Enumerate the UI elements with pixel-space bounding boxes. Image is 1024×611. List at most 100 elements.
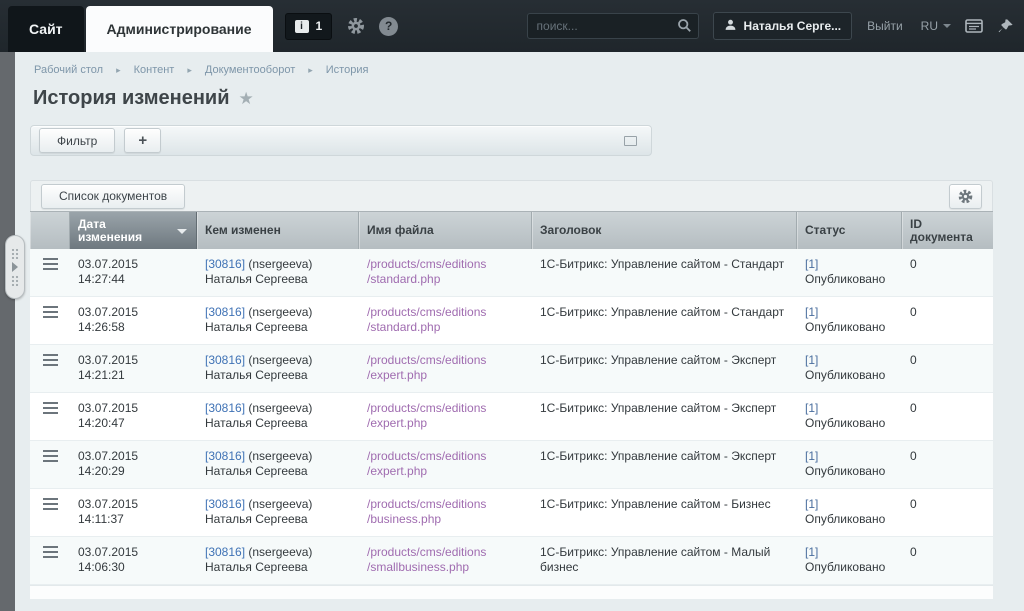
column-header-title[interactable]: Заголовок bbox=[532, 212, 797, 249]
grid-settings-button[interactable] bbox=[949, 184, 982, 209]
cell-doc-id: 0 bbox=[902, 489, 993, 536]
filter-button[interactable]: Фильтр bbox=[39, 128, 115, 153]
logout-link[interactable]: Выйти bbox=[867, 19, 903, 33]
person-icon bbox=[724, 18, 737, 35]
cell-status: [1] Опубликовано bbox=[797, 489, 902, 536]
user-id-link[interactable]: [30816] bbox=[205, 449, 245, 463]
hamburger-icon[interactable] bbox=[43, 263, 58, 265]
table-row: 03.07.2015 14:26:58 [30816] (nsergeeva) … bbox=[30, 297, 993, 345]
filter-toggle-icon[interactable] bbox=[624, 136, 637, 146]
cell-title: 1С-Битрикс: Управление сайтом - Эксперт bbox=[532, 441, 797, 488]
file-path-link[interactable]: /products/cms/editions bbox=[367, 305, 524, 320]
hamburger-icon[interactable] bbox=[43, 311, 58, 313]
cell-user: [30816] (nsergeeva) Наталья Сергеева bbox=[197, 441, 359, 488]
file-name-link[interactable]: /standard.php bbox=[367, 272, 524, 287]
user-login: (nsergeeva) bbox=[248, 449, 312, 463]
user-id-link[interactable]: [30816] bbox=[205, 401, 245, 415]
search-input[interactable] bbox=[527, 13, 699, 39]
cell-file: /products/cms/editions /business.php bbox=[359, 489, 532, 536]
user-login: (nsergeeva) bbox=[248, 545, 312, 559]
cell-date: 03.07.2015 14:21:21 bbox=[70, 345, 197, 392]
cell-status: [1] Опубликовано bbox=[797, 537, 902, 584]
sidebar-expand-handle[interactable] bbox=[5, 235, 25, 299]
cell-date: 03.07.2015 14:20:47 bbox=[70, 393, 197, 440]
hamburger-icon[interactable] bbox=[43, 407, 58, 409]
hamburger-icon[interactable] bbox=[43, 455, 58, 457]
sort-desc-icon bbox=[177, 229, 187, 234]
table-header: Дата изменения Кем изменен Имя файла Заг… bbox=[30, 211, 993, 249]
add-filter-button[interactable]: + bbox=[124, 128, 161, 153]
status-label: Опубликовано bbox=[805, 368, 885, 382]
hamburger-icon[interactable] bbox=[43, 551, 58, 553]
file-path-link[interactable]: /products/cms/editions bbox=[367, 449, 524, 464]
top-bar: Сайт Администрирование i 1 ? Наталья С bbox=[0, 0, 1024, 52]
magnifier-icon[interactable] bbox=[677, 18, 692, 38]
column-header-status[interactable]: Статус bbox=[797, 212, 902, 249]
window-icon[interactable] bbox=[965, 19, 983, 33]
breadcrumb-history[interactable]: История bbox=[326, 64, 369, 76]
gear-icon[interactable] bbox=[346, 16, 366, 36]
notifications-button[interactable]: i 1 bbox=[285, 13, 333, 40]
cell-file: /products/cms/editions /smallbusiness.ph… bbox=[359, 537, 532, 584]
breadcrumb-workflow[interactable]: Документооборот bbox=[205, 64, 295, 76]
user-id-link[interactable]: [30816] bbox=[205, 257, 245, 271]
column-header-file[interactable]: Имя файла bbox=[359, 212, 532, 249]
user-id-link[interactable]: [30816] bbox=[205, 305, 245, 319]
hamburger-icon[interactable] bbox=[43, 359, 58, 361]
language-selector[interactable]: RU bbox=[921, 19, 951, 33]
user-login: (nsergeeva) bbox=[248, 497, 312, 511]
user-login: (nsergeeva) bbox=[248, 305, 312, 319]
column-header-date[interactable]: Дата изменения bbox=[70, 212, 197, 249]
cell-date: 03.07.2015 14:26:58 bbox=[70, 297, 197, 344]
column-header-menu bbox=[30, 212, 70, 249]
user-full-name: Наталья Сергеева bbox=[205, 320, 308, 334]
user-id-link[interactable]: [30816] bbox=[205, 545, 245, 559]
file-name-link[interactable]: /business.php bbox=[367, 512, 524, 527]
tab-administration[interactable]: Администрирование bbox=[86, 6, 273, 52]
status-label: Опубликовано bbox=[805, 416, 885, 430]
table-row: 03.07.2015 14:27:44 [30816] (nsergeeva) … bbox=[30, 249, 993, 297]
user-login: (nsergeeva) bbox=[248, 257, 312, 271]
user-id-link[interactable]: [30816] bbox=[205, 497, 245, 511]
user-full-name: Наталья Сергеева bbox=[205, 416, 308, 430]
file-name-link[interactable]: /smallbusiness.php bbox=[367, 560, 524, 575]
left-sidebar-rail bbox=[0, 52, 15, 611]
column-header-doc-id[interactable]: ID документа bbox=[902, 212, 993, 249]
hamburger-icon[interactable] bbox=[43, 503, 58, 505]
file-path-link[interactable]: /products/cms/editions bbox=[367, 353, 524, 368]
file-path-link[interactable]: /products/cms/editions bbox=[367, 401, 524, 416]
main-content: Рабочий стол ▸ Контент ▸ Документооборот… bbox=[15, 52, 1024, 611]
file-name-link[interactable]: /expert.php bbox=[367, 416, 524, 431]
status-code: [1] bbox=[805, 401, 818, 415]
file-name-link[interactable]: /standard.php bbox=[367, 320, 524, 335]
tab-site[interactable]: Сайт bbox=[8, 6, 84, 52]
status-label: Опубликовано bbox=[805, 464, 885, 478]
user-id-link[interactable]: [30816] bbox=[205, 353, 245, 367]
time-value: 14:27:44 bbox=[78, 272, 125, 286]
star-icon[interactable]: ★ bbox=[239, 89, 254, 109]
cell-user: [30816] (nsergeeva) Наталья Сергеева bbox=[197, 345, 359, 392]
pin-icon[interactable] bbox=[997, 18, 1014, 35]
user-menu-button[interactable]: Наталья Серге... bbox=[713, 12, 853, 40]
breadcrumb-desktop[interactable]: Рабочий стол bbox=[34, 64, 103, 76]
cell-status: [1] Опубликовано bbox=[797, 441, 902, 488]
status-label: Опубликовано bbox=[805, 320, 885, 334]
help-icon[interactable]: ? bbox=[379, 17, 398, 36]
file-name-link[interactable]: /expert.php bbox=[367, 368, 524, 383]
breadcrumb-content[interactable]: Контент bbox=[134, 64, 175, 76]
date-value: 03.07.2015 bbox=[78, 305, 138, 319]
document-list-view-button[interactable]: Список документов bbox=[41, 184, 185, 209]
column-header-user[interactable]: Кем изменен bbox=[197, 212, 359, 249]
file-name-link[interactable]: /expert.php bbox=[367, 464, 524, 479]
file-path-link[interactable]: /products/cms/editions bbox=[367, 545, 524, 560]
documents-grid: Список документов Дата изменения Кем изм… bbox=[30, 180, 993, 599]
cell-doc-id: 0 bbox=[902, 441, 993, 488]
cell-file: /products/cms/editions /expert.php bbox=[359, 441, 532, 488]
cell-status: [1] Опубликовано bbox=[797, 249, 902, 296]
cell-date: 03.07.2015 14:11:37 bbox=[70, 489, 197, 536]
chevron-down-icon bbox=[943, 24, 951, 28]
date-value: 03.07.2015 bbox=[78, 401, 138, 415]
file-path-link[interactable]: /products/cms/editions bbox=[367, 257, 524, 272]
cell-doc-id: 0 bbox=[902, 297, 993, 344]
file-path-link[interactable]: /products/cms/editions bbox=[367, 497, 524, 512]
